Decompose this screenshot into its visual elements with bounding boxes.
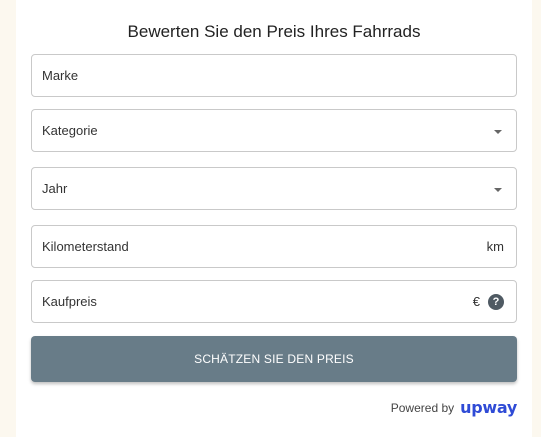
brand-field[interactable]: Marke — [31, 54, 517, 97]
chevron-down-icon — [494, 188, 502, 192]
powered-by-text: Powered by — [390, 400, 455, 415]
mileage-field[interactable]: Kilometerstand km — [31, 225, 517, 268]
year-select[interactable]: Jahr — [31, 167, 517, 210]
brand-field-label: Marke — [42, 68, 79, 83]
mileage-unit: km — [486, 239, 504, 254]
category-select-label: Kategorie — [42, 123, 98, 138]
purchase-price-field[interactable]: Kaufpreis € ? — [31, 280, 517, 323]
chevron-down-icon — [494, 130, 502, 134]
mileage-field-label: Kilometerstand — [42, 239, 129, 254]
price-estimator-card: Bewerten Sie den Preis Ihres Fahrrads Ma… — [16, 0, 532, 437]
estimate-price-button[interactable]: SCHÄTZEN SIE DEN PREIS — [31, 336, 517, 382]
form-title: Bewerten Sie den Preis Ihres Fahrrads — [127, 22, 421, 41]
category-select[interactable]: Kategorie — [31, 109, 517, 152]
upway-logo[interactable]: upway — [460, 398, 517, 417]
powered-by: Powered by upway — [390, 398, 518, 417]
year-select-label: Jahr — [42, 181, 68, 196]
currency-unit: € — [472, 294, 480, 309]
purchase-price-field-label: Kaufpreis — [42, 294, 97, 309]
help-circle-icon[interactable]: ? — [488, 293, 504, 310]
